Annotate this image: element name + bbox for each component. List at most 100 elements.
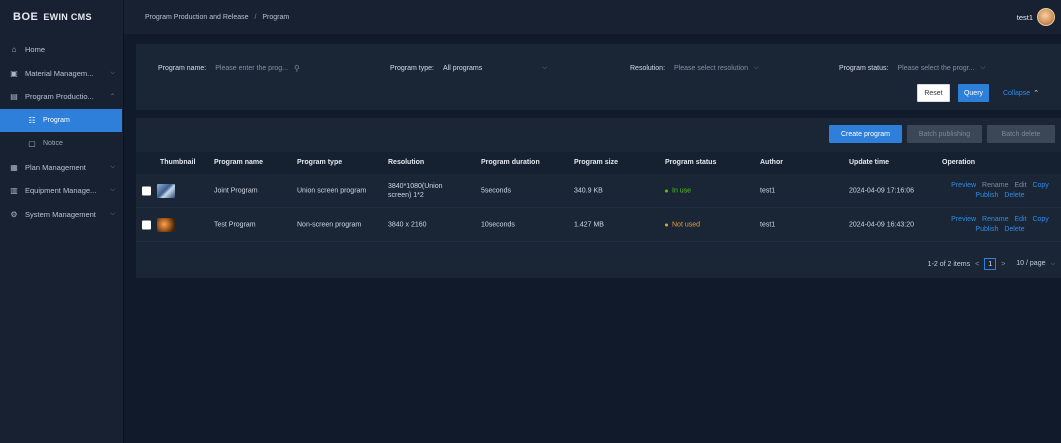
reset-button[interactable]: Reset	[917, 84, 950, 102]
page-size-select[interactable]: 10 / page ⌵	[1016, 260, 1055, 268]
program-status-select[interactable]: Please select the progr... ⌵	[893, 60, 989, 76]
row-operations: Preview Rename Edit Copy Publish Delete	[939, 181, 1061, 201]
program-status-label: Program status:	[839, 64, 889, 72]
sidebar-item-program[interactable]: ☷ Program	[0, 108, 122, 132]
column-header: Thumbnail	[160, 159, 196, 166]
column-header: Program name	[214, 159, 264, 166]
edit-link[interactable]: Edit	[1014, 216, 1026, 223]
sidebar-item-home[interactable]: ⌂ Home	[0, 38, 123, 62]
filter-panel: Program name: Please enter the prog... ⚲…	[136, 44, 1061, 110]
user-menu[interactable]: test1	[1017, 8, 1055, 26]
chevron-down-icon: ⌵	[980, 64, 986, 71]
rename-link[interactable]: Rename	[982, 182, 1008, 189]
chevron-down-icon: ⌵	[753, 64, 759, 71]
sidebar-item-notice[interactable]: ▢ Notice	[0, 132, 123, 156]
resolution-placeholder: Please select resolution	[674, 64, 748, 72]
column-header: Resolution	[388, 159, 425, 166]
program-type: Non-screen program	[297, 221, 362, 228]
sidebar-item-system-management[interactable]: ⚙ System Management ⌵	[0, 203, 123, 227]
sidebar-item-label: System Management	[25, 209, 96, 219]
program-list-panel: Create program Batch publishing Batch de…	[136, 118, 1061, 278]
batch-delete-button[interactable]: Batch delete	[987, 125, 1055, 143]
program-status-placeholder: Please select the progr...	[897, 64, 975, 72]
publish-link[interactable]: Publish	[975, 192, 998, 199]
program-name: Test Program	[214, 221, 256, 228]
column-header: Program type	[297, 159, 343, 166]
calendar-icon: ▦	[10, 162, 18, 172]
breadcrumb-parent[interactable]: Program Production and Release	[145, 14, 249, 21]
program-name-filter: Program name: Please enter the prog... ⚲	[158, 60, 304, 76]
sidebar-item-program-production[interactable]: ▤ Program Productio... ⌃	[0, 85, 123, 109]
app-name: EWIN CMS	[43, 12, 92, 22]
page-size-value: 10 / page	[1016, 260, 1046, 267]
collapse-button[interactable]: Collapse ⌃	[994, 84, 1048, 102]
program-type-filter: Program type: All programs ⌵	[390, 60, 551, 76]
resolution-filter: Resolution: Please select resolution ⌵	[630, 60, 763, 76]
breadcrumb: Program Production and Release / Program	[145, 14, 1017, 21]
notice-icon: ▢	[28, 139, 36, 149]
row-checkbox[interactable]	[142, 220, 151, 229]
brand-logo: BOE	[13, 11, 39, 23]
top-bar: Program Production and Release / Program…	[124, 0, 1061, 34]
status-dot	[665, 223, 668, 226]
rename-link[interactable]: Rename	[982, 216, 1008, 223]
create-program-button[interactable]: Create program	[829, 125, 902, 143]
preview-link[interactable]: Preview	[951, 182, 976, 189]
program-type-select[interactable]: All programs ⌵	[439, 60, 551, 76]
table-row[interactable]: Joint Program Union screen program 3840*…	[136, 174, 1061, 208]
edit-link[interactable]: Edit	[1014, 182, 1026, 189]
prev-page-icon[interactable]: <	[975, 261, 979, 268]
breadcrumb-current: Program	[262, 13, 290, 21]
preview-link[interactable]: Preview	[951, 216, 976, 223]
program-resolution: 3840 x 2160	[388, 221, 427, 228]
breadcrumb-separator: /	[254, 13, 257, 21]
chevron-down-icon: ⌵	[110, 210, 115, 217]
program-icon: ▤	[10, 92, 18, 102]
status-dot	[665, 189, 668, 192]
copy-link[interactable]: Copy	[1032, 182, 1048, 189]
program-thumbnail[interactable]	[157, 183, 175, 198]
chevron-down-icon: ⌵	[1050, 261, 1055, 267]
sidebar-item-label: Notice	[43, 140, 63, 148]
next-page-icon[interactable]: >	[1001, 261, 1005, 268]
query-button[interactable]: Query	[958, 84, 989, 102]
pagination-summary: 1-2 of 2 items	[927, 260, 971, 268]
page-number[interactable]: 1	[984, 258, 997, 270]
column-header: Update time	[849, 159, 890, 166]
sidebar-item-label: Program	[43, 116, 70, 124]
status-badge: In use	[665, 187, 691, 194]
batch-publishing-button[interactable]: Batch publishing	[907, 125, 982, 143]
update-time: 2024-04-09 16:43:20	[849, 221, 914, 228]
table-row[interactable]: Test Program Non-screen program 3840 x 2…	[136, 208, 1061, 242]
copy-link[interactable]: Copy	[1032, 216, 1048, 223]
image-icon: ▣	[10, 68, 18, 78]
program-duration: 5seconds	[481, 187, 511, 194]
chevron-down-icon: ⌵	[110, 163, 115, 170]
list-icon: ☷	[28, 115, 36, 125]
avatar[interactable]	[1037, 8, 1055, 26]
program-type-value: All programs	[442, 64, 483, 72]
resolution-select[interactable]: Please select resolution ⌵	[670, 60, 763, 76]
sidebar-item-plan-management[interactable]: ▦ Plan Management ⌵	[0, 156, 123, 180]
sidebar: BOE EWIN CMS ⌂ Home ▣ Material Managem..…	[0, 0, 124, 443]
delete-link[interactable]: Delete	[1004, 226, 1024, 233]
sidebar-item-material-management[interactable]: ▣ Material Managem... ⌵	[0, 62, 123, 86]
table-header: Thumbnail Program name Program type Reso…	[136, 152, 1061, 174]
search-icon: ⚲	[294, 63, 300, 73]
publish-link[interactable]: Publish	[975, 226, 998, 233]
program-name-input[interactable]: Please enter the prog... ⚲	[211, 60, 304, 76]
program-name-placeholder: Please enter the prog...	[215, 64, 289, 72]
program-thumbnail[interactable]	[157, 217, 175, 232]
program-author: test1	[760, 187, 776, 194]
row-checkbox[interactable]	[142, 186, 151, 195]
home-icon: ⌂	[11, 45, 17, 55]
program-name: Joint Program	[214, 187, 258, 194]
gear-icon: ⚙	[10, 209, 18, 219]
program-resolution: 3840*1080(Union screen) 1*2	[388, 182, 443, 199]
sidebar-item-equipment-management[interactable]: ▥ Equipment Manage... ⌵	[0, 179, 123, 203]
column-header: Program size	[574, 159, 618, 166]
collapse-label: Collapse	[1002, 89, 1031, 97]
program-size: 340.9 KB	[574, 187, 603, 194]
delete-link[interactable]: Delete	[1004, 192, 1024, 199]
program-author: test1	[760, 221, 776, 228]
